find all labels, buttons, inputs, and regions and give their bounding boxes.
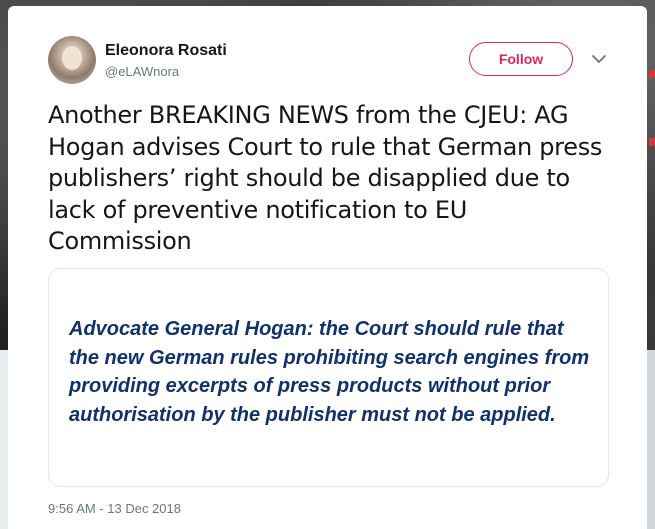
tweet-text: Another BREAKING NEWS from the CJEU: AG … [48,101,603,255]
author-handle[interactable]: @eLAWnora [105,64,179,79]
tweet-modal: Eleonora Rosati @eLAWnora Follow Another… [8,6,647,529]
tweet-timestamp[interactable]: 9:56 AM - 13 Dec 2018 [48,501,181,516]
background-accent [649,70,655,78]
card-quote: Advocate General Hogan: the Court should… [69,318,590,427]
follow-button-label: Follow [498,51,544,67]
follow-button[interactable]: Follow [469,42,573,76]
avatar[interactable] [48,36,96,84]
media-card[interactable]: Advocate General Hogan: the Court should… [48,268,609,487]
author-name[interactable]: Eleonora Rosati [105,42,227,60]
background-accent [649,138,655,146]
chevron-down-icon[interactable] [591,52,607,66]
background-strip [647,350,655,529]
